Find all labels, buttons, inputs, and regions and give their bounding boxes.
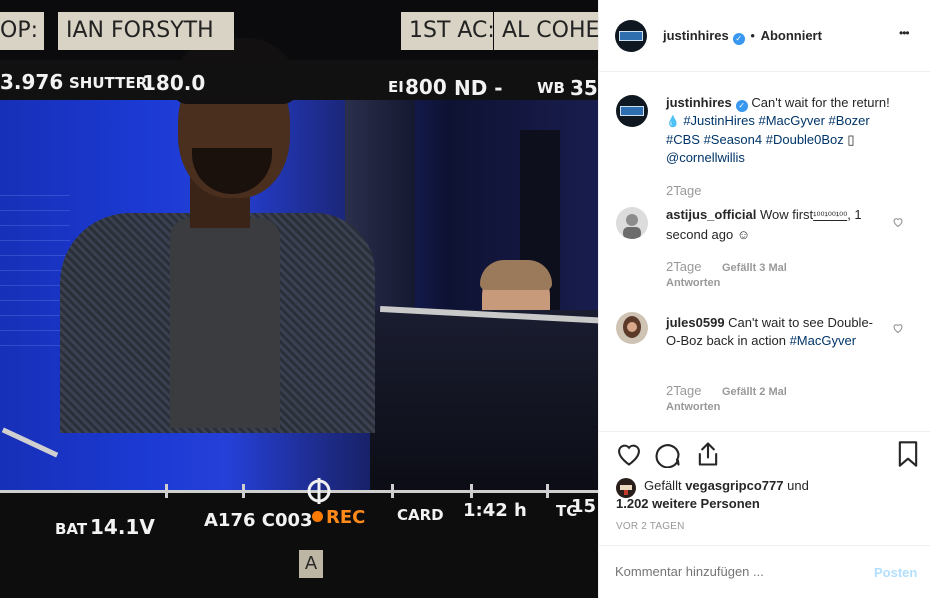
caption-time: 2Tage xyxy=(666,183,702,198)
likes-line: Gefällt vegasgripco777 und xyxy=(616,477,916,495)
comment-reply-button[interactable]: Antworten xyxy=(666,401,720,413)
comment-username[interactable]: astijus_official xyxy=(666,207,756,222)
caption-hashtags[interactable]: #CBS #Season4 #Double0Boz xyxy=(666,132,844,147)
heart-icon[interactable] xyxy=(615,440,643,468)
comment-hashtag[interactable]: #MacGyver xyxy=(790,333,856,348)
comment-emoji-100: ¹⁰⁰¹⁰⁰¹⁰⁰ xyxy=(813,211,848,222)
comment-box: Posten xyxy=(599,545,930,598)
follow-status-button[interactable]: Abonniert xyxy=(761,28,822,43)
comment-input[interactable] xyxy=(615,564,855,579)
post-header: justinhires ✓ • Abonniert ••• xyxy=(599,0,930,72)
comment-time: 2Tage xyxy=(666,383,702,398)
caption-username[interactable]: justinhires xyxy=(666,95,732,110)
comment-reply-button[interactable]: Antworten xyxy=(666,277,720,289)
caption-avatar[interactable] xyxy=(616,95,648,127)
hud-wb-label: WB xyxy=(537,79,565,97)
slate-label: OP: xyxy=(0,12,44,50)
hud-scale-tick xyxy=(470,484,473,498)
hud-wb-value: 350 xyxy=(570,76,598,100)
background-console xyxy=(370,310,598,510)
comment-time: 2Tage xyxy=(666,259,702,274)
comments-list: justinhires ✓ Can't wait for the return! … xyxy=(599,72,930,432)
post-photo[interactable]: OP: IAN FORSYTH 1ST AC: AL COHE 3.976 SH… xyxy=(0,0,598,598)
hud-card: CARD xyxy=(397,506,444,524)
comment-username[interactable]: jules0599 xyxy=(666,315,725,330)
hud-bat-label: BAT xyxy=(55,520,88,538)
hud-scale-tick xyxy=(546,484,549,498)
caption-hashtags[interactable]: #JustinHires #MacGyver #Bozer xyxy=(683,113,869,128)
record-dot-icon xyxy=(312,511,323,522)
hud-rec-label: REC xyxy=(326,507,366,528)
hud-nd: ND - xyxy=(454,76,503,100)
hud-scale-tick xyxy=(391,484,394,498)
header-user-line: justinhires ✓ • Abonniert xyxy=(663,28,822,45)
slate-name: IAN FORSYTH xyxy=(58,12,234,50)
avatar[interactable] xyxy=(615,20,647,52)
hud-clip: A176 C003 xyxy=(204,510,313,531)
verified-icon: ✓ xyxy=(735,100,748,112)
caption-square: ▯ xyxy=(847,132,855,147)
likes-others-count[interactable]: 1.202 weitere Personen xyxy=(616,496,760,511)
bookmark-icon[interactable] xyxy=(894,440,922,468)
caption-emoji: 💧 xyxy=(666,116,680,128)
comment-likes[interactable]: Gefällt 3 Mal xyxy=(722,262,787,274)
hud-shutter-value: 180.0 xyxy=(142,71,206,95)
camera-a-badge: A xyxy=(299,550,323,578)
slate-ac-name: AL COHE xyxy=(494,12,598,50)
comment-likes[interactable]: Gefällt 2 Mal xyxy=(722,386,787,398)
hud-scale-tick xyxy=(165,484,168,498)
likes-user[interactable]: vegasgripco777 xyxy=(685,478,783,493)
commenter-avatar[interactable] xyxy=(616,312,648,344)
more-icon[interactable]: ••• xyxy=(899,26,910,40)
comment-body: astijus_official Wow first¹⁰⁰¹⁰⁰¹⁰⁰, 1 s… xyxy=(666,206,884,244)
header-separator: • xyxy=(750,28,755,43)
hud-ei-label: EI xyxy=(388,78,404,96)
commenter-avatar[interactable] xyxy=(616,207,648,239)
hud-bat-value: 14.1V xyxy=(90,515,155,539)
share-icon[interactable] xyxy=(694,440,722,468)
post-date: VOR 2 TAGEN xyxy=(616,521,685,532)
slate-ac-label: 1ST AC: xyxy=(401,12,493,50)
action-bar xyxy=(599,440,930,474)
comment-body: jules0599 Can't wait to see Double-O-Boz… xyxy=(666,314,884,350)
likes-conj: und xyxy=(787,478,809,493)
verified-icon: ✓ xyxy=(732,33,745,45)
likes-others: 1.202 weitere Personen xyxy=(616,495,916,513)
likes-prefix: Gefällt xyxy=(644,478,682,493)
comment-text: Wow first xyxy=(759,207,814,222)
caption-mention[interactable]: @cornellwillis xyxy=(666,150,745,165)
caption-text: Can't wait for the return! xyxy=(751,95,890,110)
caption: justinhires ✓ Can't wait for the return! … xyxy=(666,94,916,167)
background-rail xyxy=(1,427,59,458)
hud-shutter-label: SHUTTER xyxy=(69,74,148,92)
hud-scale-tick xyxy=(242,484,245,498)
hud-fstop: 3.976 xyxy=(0,70,64,94)
focus-marker-icon xyxy=(307,478,331,504)
post-sidebar: justinhires ✓ • Abonniert ••• justinhires… xyxy=(598,0,930,598)
post-button[interactable]: Posten xyxy=(874,565,917,580)
comment-icon[interactable] xyxy=(654,440,682,468)
header-username[interactable]: justinhires xyxy=(663,28,729,43)
hud-tc-value: 15: xyxy=(571,496,598,517)
hud-ei-value: 800 xyxy=(405,75,447,99)
hud-rec: REC xyxy=(312,507,365,528)
hud-time: 1:42 h xyxy=(463,500,527,521)
comment-heart-icon[interactable] xyxy=(892,322,904,334)
hud-scale-line xyxy=(0,490,598,493)
comment-heart-icon[interactable] xyxy=(892,216,904,228)
